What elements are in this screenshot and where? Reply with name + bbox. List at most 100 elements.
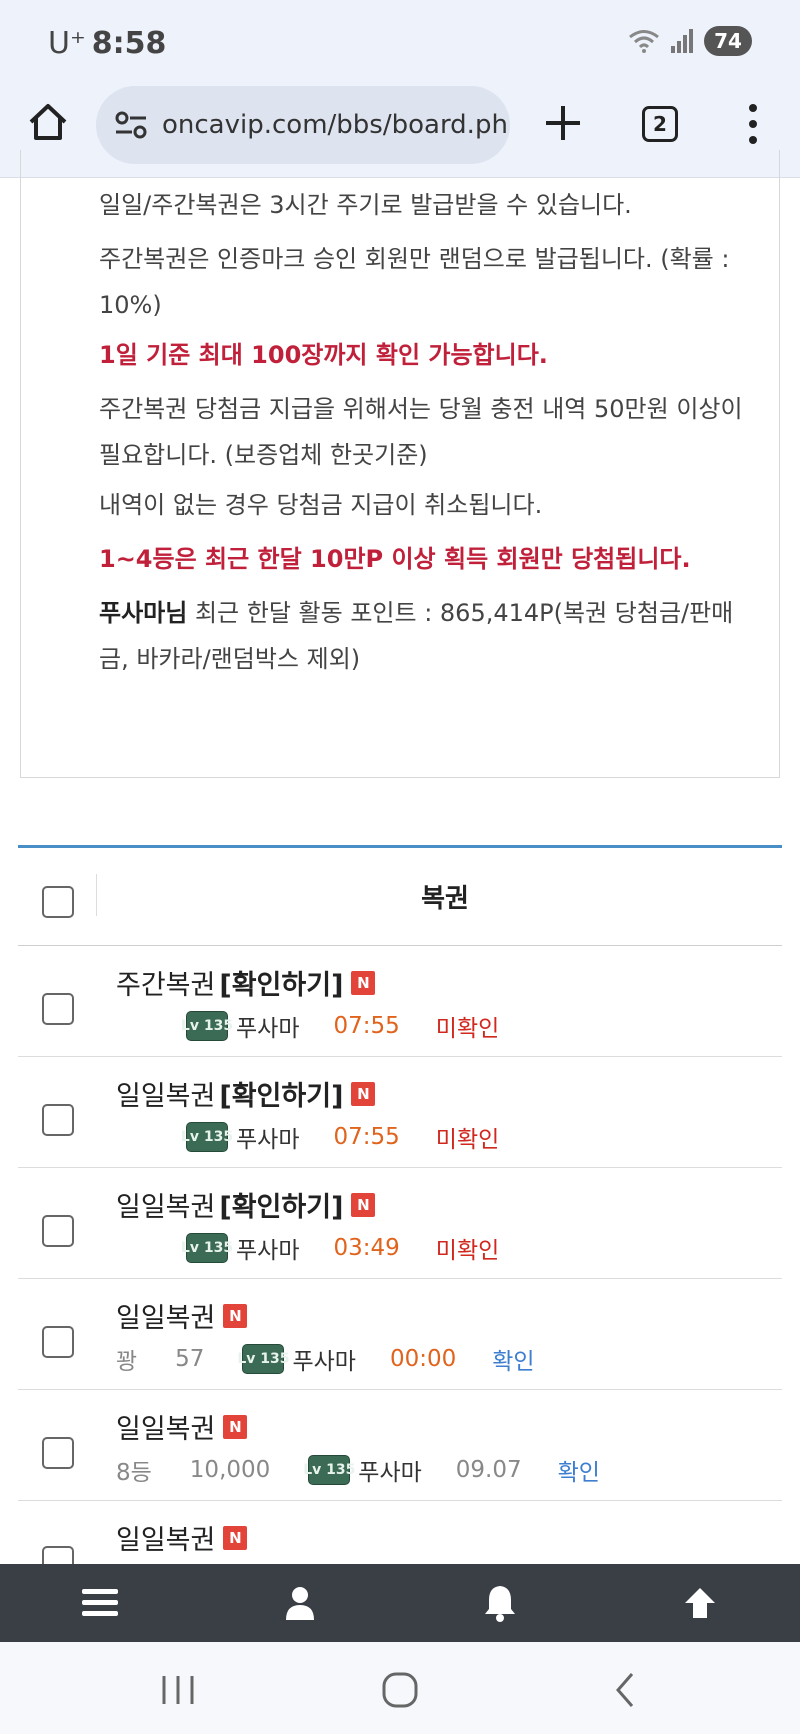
info-line-4: 주간복권 당첨금 지급을 위해서는 당월 충전 내역 50만원 이상이 필요합니… — [99, 395, 743, 469]
row-meta: Lv 135 푸사마 07:55 미확인 — [181, 1120, 500, 1154]
list-item[interactable]: 주간복권 [확인하기] N Lv 135 푸사마 07:55 미확인 — [18, 947, 782, 1057]
new-badge: N — [223, 1525, 248, 1550]
site-settings-icon[interactable] — [114, 110, 148, 140]
row-rank: 꽝 — [116, 1349, 138, 1375]
url-text: oncavip.com/bbs/board.php?l — [162, 110, 510, 140]
row-title[interactable]: 일일복권 N — [116, 1296, 248, 1335]
row-author[interactable]: 푸사마 — [236, 1231, 299, 1265]
arrow-up-icon-graphic — [685, 1588, 715, 1618]
list-item[interactable]: 일일복권 N 8등 10,000 Lv 135 푸사마 09.07 확인 — [18, 1391, 782, 1501]
carrier-and-time: U⁺ 8:58 — [48, 26, 166, 61]
status-bar: U⁺ 8:58 74 — [0, 0, 800, 86]
row-checkbox[interactable] — [42, 1437, 74, 1469]
row-rank: 8등 — [116, 1460, 152, 1486]
menu-icon[interactable] — [80, 1583, 120, 1623]
row-checkbox[interactable] — [42, 993, 74, 1025]
row-checkbox[interactable] — [42, 1215, 74, 1247]
info-line-3: 1일 기준 최대 100장까지 확인 가능합니다. — [99, 341, 548, 369]
info-line-1: 일일/주간복권은 3시간 주기로 발급받을 수 있습니다. — [99, 191, 632, 219]
new-tab-icon[interactable] — [542, 102, 584, 144]
check-link[interactable]: [확인하기] — [219, 1185, 343, 1224]
board-header: 복권 — [18, 848, 782, 946]
check-link[interactable]: [확인하기] — [219, 1074, 343, 1113]
new-badge: N — [351, 970, 376, 995]
list-item[interactable]: 일일복권 N 꽝 57 Lv 135 푸사마 00:00 확인 — [18, 1280, 782, 1390]
level-badge-icon: Lv 135 — [181, 1122, 233, 1152]
points-text: 최근 한달 활동 포인트 : 865,414P(복권 당첨금/판매금, 바카라/… — [99, 599, 734, 673]
site-bottom-nav — [0, 1564, 800, 1642]
level-badge-icon: Lv 135 — [181, 1233, 233, 1263]
row-amount: 10,000 — [189, 1457, 271, 1483]
back-icon[interactable] — [606, 1670, 646, 1710]
level-badge-icon: Lv 135 — [303, 1455, 355, 1485]
row-title[interactable]: 일일복권 N — [116, 1407, 248, 1446]
row-time: 00:00 — [389, 1346, 457, 1372]
row-title-text[interactable]: 일일복권 — [116, 1185, 215, 1224]
row-checkbox[interactable] — [42, 1326, 74, 1358]
row-title-text[interactable]: 일일복권 — [116, 1407, 215, 1446]
clock: 8:58 — [91, 26, 167, 61]
info-line-6: 1~4등은 최근 한달 10만P 이상 획득 회원만 당첨됩니다. — [99, 545, 691, 573]
check-link[interactable]: [확인하기] — [219, 963, 343, 1002]
row-time: 07:55 — [333, 1124, 400, 1150]
row-author[interactable]: 푸사마 — [236, 1009, 299, 1043]
wifi-icon — [629, 30, 659, 53]
list-item[interactable]: 일일복권 [확인하기] N Lv 135 푸사마 07:55 미확인 — [18, 1058, 782, 1168]
select-all-checkbox[interactable] — [42, 886, 74, 918]
row-amount: 57 — [175, 1346, 205, 1372]
tab-switcher-button[interactable]: 2 — [642, 106, 678, 142]
row-title-text[interactable]: 주간복권 — [116, 963, 215, 1002]
row-status: 미확인 — [435, 1127, 500, 1153]
carrier-label: U⁺ — [48, 26, 86, 61]
row-author[interactable]: 푸사마 — [236, 1120, 299, 1154]
android-nav-bar — [0, 1642, 800, 1734]
row-meta: Lv 135 푸사마 03:49 미확인 — [181, 1231, 500, 1265]
row-title-text[interactable]: 일일복권 — [116, 1518, 215, 1557]
points-info: 푸사마님 최근 한달 활동 포인트 : 865,414P(복권 당첨금/판매금,… — [99, 590, 759, 682]
info-line-2: 주간복권은 인증마크 승인 회원만 랜덤으로 발급됩니다. (확률 : 10%) — [99, 245, 730, 319]
recents-icon[interactable] — [158, 1670, 198, 1710]
row-author[interactable]: 푸사마 — [358, 1453, 421, 1487]
level-badge-icon: Lv 135 — [237, 1344, 290, 1374]
row-meta: 8등 10,000 Lv 135 푸사마 09.07 확인 — [116, 1453, 600, 1487]
lottery-info-box: 일일/주간복권은 3시간 주기로 발급받을 수 있습니다. 주간복권은 인증마크… — [20, 150, 780, 778]
row-title[interactable]: 일일복권 [확인하기] N — [116, 1074, 376, 1113]
user-icon-graphic — [286, 1587, 314, 1620]
more-menu-icon[interactable] — [738, 102, 768, 146]
menu-icon-graphic — [82, 1589, 118, 1616]
row-meta: 꽝 57 Lv 135 푸사마 00:00 확인 — [116, 1342, 535, 1376]
home-circle-icon[interactable] — [380, 1670, 420, 1710]
row-date: 09.07 — [455, 1457, 522, 1483]
row-title[interactable]: 주간복권 [확인하기] N — [116, 963, 376, 1002]
new-badge: N — [223, 1414, 248, 1439]
row-status: 확인 — [492, 1349, 535, 1375]
user-icon[interactable] — [280, 1583, 320, 1623]
bell-icon-graphic — [485, 1586, 515, 1622]
battery-icon: 74 — [704, 26, 752, 56]
row-status: 확인 — [557, 1460, 600, 1486]
row-title-text[interactable]: 일일복권 — [116, 1296, 215, 1335]
row-meta: Lv 135 푸사마 07:55 미확인 — [181, 1009, 500, 1043]
new-badge: N — [223, 1303, 248, 1328]
row-title-text[interactable]: 일일복권 — [116, 1074, 215, 1113]
row-time: 07:55 — [333, 1013, 400, 1039]
row-checkbox[interactable] — [42, 1104, 74, 1136]
list-item[interactable]: 일일복권 [확인하기] N Lv 135 푸사마 03:49 미확인 — [18, 1169, 782, 1279]
level-badge-icon: Lv 135 — [181, 1011, 233, 1041]
header-divider — [96, 874, 97, 916]
row-status: 미확인 — [435, 1016, 500, 1042]
bell-icon[interactable] — [480, 1583, 520, 1623]
board-title: 복권 — [421, 884, 469, 914]
new-badge: N — [351, 1192, 376, 1217]
row-time: 03:49 — [333, 1235, 400, 1261]
row-title[interactable]: 일일복권 [확인하기] N — [116, 1185, 376, 1224]
new-badge: N — [351, 1081, 376, 1106]
row-status: 미확인 — [435, 1238, 500, 1264]
row-author[interactable]: 푸사마 — [292, 1342, 355, 1376]
status-icons: 74 — [628, 26, 752, 56]
row-title[interactable]: 일일복권 N — [116, 1518, 248, 1557]
home-icon[interactable] — [26, 100, 70, 144]
info-line-5: 내역이 없는 경우 당첨금 지급이 취소됩니다. — [99, 491, 543, 519]
arrow-up-icon[interactable] — [680, 1583, 720, 1623]
points-username: 푸사마님 — [99, 599, 188, 627]
